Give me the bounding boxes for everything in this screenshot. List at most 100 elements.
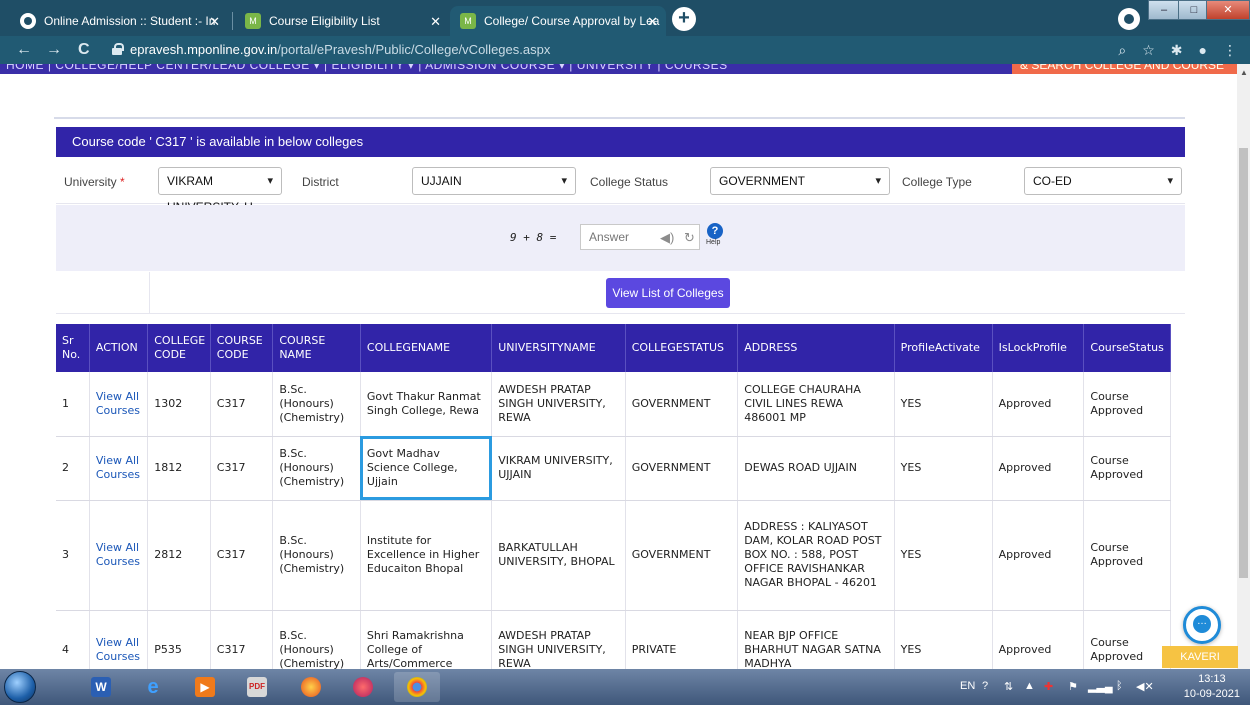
chevron-down-icon: ▾ xyxy=(561,175,567,187)
forward-icon[interactable]: → xyxy=(46,41,62,59)
show-hidden-icons[interactable]: ▲ xyxy=(1024,680,1035,692)
university-cell: VIKRAM UNIVERSITY, UJJAIN xyxy=(491,436,626,501)
table-row: 4 View All Courses P535 C317 B.Sc. (Hono… xyxy=(56,610,1171,669)
col-header[interactable]: CourseStatus xyxy=(1083,324,1171,372)
scroll-up-icon[interactable]: ▲ xyxy=(1240,68,1248,77)
media-player-icon[interactable]: ▶ xyxy=(182,672,228,702)
reload-icon[interactable]: C xyxy=(78,41,90,59)
clock[interactable]: 13:13 10-09-2021 xyxy=(1184,672,1240,702)
view-all-courses-link[interactable]: View All Courses xyxy=(89,436,149,501)
col-header[interactable]: Sr No. xyxy=(56,324,90,372)
browser-tab-bar: Online Admission :: Student :- In ✕ M Co… xyxy=(0,0,1250,36)
firefox-icon[interactable] xyxy=(288,672,334,702)
close-icon[interactable]: ✕ xyxy=(647,14,658,30)
college-name-cell: Govt Thakur Ranmat Singh College, Rewa xyxy=(360,372,493,437)
chat-bubble-icon[interactable]: … xyxy=(1183,606,1221,644)
college-status-select[interactable]: GOVERNMENT ▾ xyxy=(710,167,890,195)
zoom-icon[interactable]: ⌕ xyxy=(1118,42,1126,59)
pdf-icon[interactable]: PDF xyxy=(234,672,280,702)
help-label: Help xyxy=(706,239,721,246)
col-header[interactable]: COLLEGESTATUS xyxy=(625,324,739,372)
col-header[interactable]: IsLockProfile xyxy=(992,324,1085,372)
course-status-cell: Course Approved xyxy=(1083,500,1171,611)
district-select[interactable]: UJJAIN ▾ xyxy=(412,167,576,195)
filter-row: University * VIKRAM UNIVERSITY, U▾ Distr… xyxy=(56,158,1185,214)
account-icon[interactable]: ● xyxy=(1199,42,1207,59)
volume-icon[interactable]: ◀✕ xyxy=(1136,680,1154,693)
extensions-icon[interactable]: ✱ xyxy=(1171,42,1183,59)
college-code-cell: 1302 xyxy=(147,372,211,437)
acrobat-tray-icon[interactable]: ✚ xyxy=(1044,680,1053,693)
sr-cell: 2 xyxy=(56,436,90,501)
window-close-button[interactable]: ✕ xyxy=(1206,0,1250,20)
profile-activate-cell: YES xyxy=(894,372,993,437)
status-cell: GOVERNMENT xyxy=(625,372,739,437)
paint-icon[interactable] xyxy=(340,672,386,702)
signal-icon[interactable]: ▂▃▄ xyxy=(1088,680,1113,693)
refresh-icon[interactable]: ↻ xyxy=(684,230,695,246)
view-all-courses-link[interactable]: View All Courses xyxy=(89,372,149,437)
back-icon[interactable]: ← xyxy=(16,41,32,59)
university-cell: AWDESH PRATAP SINGH UNIVERSITY, REWA xyxy=(491,610,626,669)
browser-tab-2[interactable]: M Course Eligibility List ✕ xyxy=(235,6,449,36)
college-type-select[interactable]: CO-ED ▾ xyxy=(1024,167,1182,195)
lock-profile-cell: Approved xyxy=(992,436,1085,501)
college-type-label: College Type xyxy=(902,175,972,189)
address-cell: ADDRESS : KALIYASOT DAM, KOLAR ROAD POST… xyxy=(737,500,895,611)
view-list-button[interactable]: View List of Colleges xyxy=(606,278,730,308)
course-name-cell: B.Sc. (Honours) (Chemistry) xyxy=(272,610,361,669)
results-table: Sr No. ACTION COLLEGE CODE COURSE CODE C… xyxy=(56,324,1171,669)
address-bar: ← → C epravesh.mponline.gov.in/portal/eP… xyxy=(0,36,1250,64)
help-tray-icon[interactable]: ? xyxy=(982,680,988,692)
page-scrollbar[interactable]: ▲ xyxy=(1237,64,1250,669)
internet-explorer-icon[interactable]: e xyxy=(130,672,176,702)
new-tab-button[interactable]: + xyxy=(672,7,696,31)
college-status-label: College Status xyxy=(590,175,669,189)
view-all-courses-link[interactable]: View All Courses xyxy=(89,500,149,611)
sr-cell: 3 xyxy=(56,500,90,611)
scrollbar-thumb[interactable] xyxy=(1239,148,1248,578)
button-row: View List of Colleges xyxy=(56,272,1185,314)
audio-icon[interactable]: ◀) xyxy=(660,230,674,246)
clock-time: 13:13 xyxy=(1198,673,1226,685)
view-all-courses-link[interactable]: View All Courses xyxy=(89,610,149,669)
col-header[interactable]: COLLEGENAME xyxy=(360,324,493,372)
sr-cell: 1 xyxy=(56,372,90,437)
search-college-course-link[interactable]: & SEARCH COLLEGE AND COURSE xyxy=(1012,64,1240,74)
close-icon[interactable]: ✕ xyxy=(430,14,441,30)
col-header[interactable]: ACTION xyxy=(89,324,149,372)
bookmark-star-icon[interactable]: ☆ xyxy=(1142,42,1155,59)
bluetooth-icon[interactable]: ᛒ xyxy=(1116,680,1123,692)
college-name-cell: Institute for Excellence in Higher Educa… xyxy=(360,500,493,611)
word-icon[interactable]: W xyxy=(78,672,124,702)
browser-tab-1[interactable]: Online Admission :: Student :- In ✕ xyxy=(10,6,228,36)
language-indicator[interactable]: EN xyxy=(960,680,975,692)
url-field[interactable]: epravesh.mponline.gov.in/portal/ePravesh… xyxy=(112,39,1247,61)
captcha-answer-input[interactable]: Answer xyxy=(580,224,700,250)
site-navigation: HOME | COLLEGE/HELP CENTER/LEAD COLLEGE … xyxy=(0,64,1240,74)
browser-tab-3[interactable]: M College/ Course Approval by Lea ✕ xyxy=(450,6,666,36)
flag-icon[interactable]: ⚑ xyxy=(1068,680,1078,693)
site-nav-items[interactable]: HOME | COLLEGE/HELP CENTER/LEAD COLLEGE … xyxy=(6,64,728,72)
col-header[interactable]: COLLEGE CODE xyxy=(147,324,211,372)
profile-icon[interactable] xyxy=(1118,8,1140,30)
help-icon[interactable]: ? xyxy=(707,223,723,239)
menu-icon[interactable]: ⋮ xyxy=(1223,42,1237,59)
chevron-down-icon: ▾ xyxy=(1167,175,1173,187)
kaveri-chat-label[interactable]: KAVERI xyxy=(1162,646,1238,668)
col-header[interactable]: COURSE NAME xyxy=(272,324,361,372)
course-code-cell: C317 xyxy=(210,436,274,501)
minimize-button[interactable]: – xyxy=(1148,0,1180,20)
captcha-question: 9 + 8 = xyxy=(510,231,557,244)
col-header[interactable]: COURSE CODE xyxy=(210,324,274,372)
university-select[interactable]: VIKRAM UNIVERSITY, U▾ xyxy=(158,167,282,214)
start-button-icon[interactable] xyxy=(4,671,36,703)
col-header[interactable]: ADDRESS xyxy=(737,324,895,372)
network-icon[interactable]: ⇅ xyxy=(1004,680,1013,693)
chrome-taskbar-icon[interactable] xyxy=(394,672,440,702)
close-icon[interactable]: ✕ xyxy=(209,14,220,30)
lock-icon xyxy=(112,43,124,55)
col-header[interactable]: ProfileActivate xyxy=(894,324,993,372)
course-name-cell: B.Sc. (Honours) (Chemistry) xyxy=(272,500,361,611)
col-header[interactable]: UNIVERSITYNAME xyxy=(491,324,626,372)
